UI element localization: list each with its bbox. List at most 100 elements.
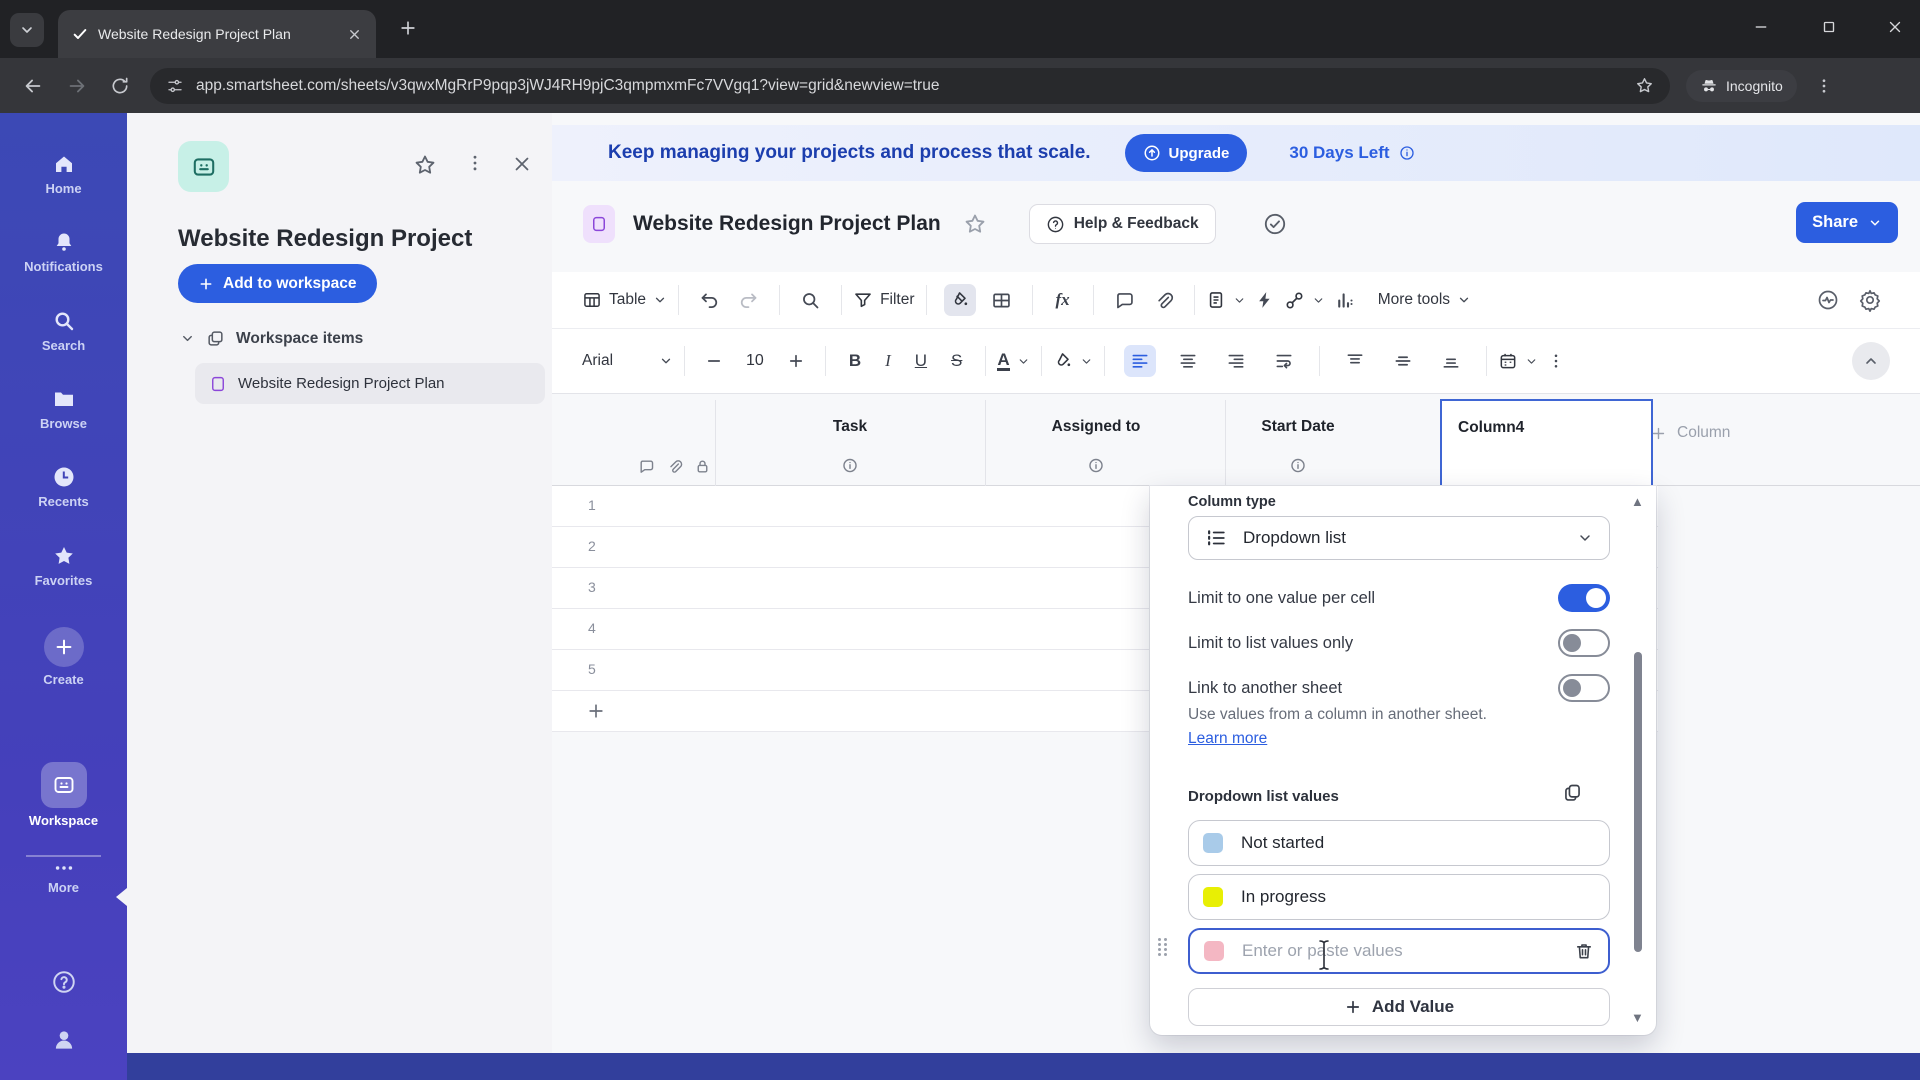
column-type-select[interactable]: Dropdown list [1188, 516, 1610, 560]
sidebar-item-favorites[interactable]: Favorites [0, 544, 127, 588]
text-color-button[interactable]: A [997, 350, 1029, 372]
toggle-link-another-sheet-off[interactable] [1558, 674, 1610, 702]
scroll-up-arrow[interactable]: ▲ [1631, 494, 1644, 509]
vertical-align-top-button[interactable] [1339, 345, 1371, 377]
workspace-items-section[interactable]: Workspace items [180, 329, 363, 348]
tab-search-button[interactable] [10, 13, 44, 47]
align-right-button[interactable] [1220, 345, 1252, 377]
font-family-selector[interactable]: Arial [582, 352, 673, 370]
forward-icon[interactable] [66, 75, 88, 97]
date-format-button[interactable] [1498, 351, 1538, 371]
scroll-down-arrow[interactable]: ▼ [1631, 1010, 1644, 1025]
copy-values-icon[interactable] [1562, 782, 1583, 803]
sidebar-item-create[interactable]: Create [0, 627, 127, 687]
bold-button[interactable]: B [849, 351, 861, 371]
add-value-button[interactable]: Add Value [1188, 988, 1610, 1026]
vertical-align-bottom-button[interactable] [1435, 345, 1467, 377]
column-info-icon[interactable] [842, 457, 859, 474]
sidebar-item-browse[interactable]: Browse [0, 387, 127, 431]
toggle-limit-list-values-off[interactable] [1558, 629, 1610, 657]
back-icon[interactable] [22, 75, 44, 97]
automation-bolt-icon[interactable] [1255, 290, 1275, 310]
fill-format-button-selected[interactable] [943, 284, 976, 316]
column-info-icon[interactable] [1088, 457, 1105, 474]
vertical-align-middle-button[interactable] [1387, 345, 1419, 377]
value-color-swatch[interactable] [1204, 941, 1224, 961]
attachment-icon[interactable] [1153, 290, 1174, 311]
dropdown-value-input-row[interactable] [1188, 928, 1610, 974]
more-format-options-icon[interactable] [1547, 352, 1565, 370]
align-center-button[interactable] [1172, 345, 1204, 377]
font-size-value[interactable]: 10 [746, 352, 764, 370]
value-color-swatch[interactable] [1203, 833, 1223, 853]
sidebar-item-workspace[interactable]: Workspace [0, 762, 127, 828]
window-maximize-button[interactable] [1820, 18, 1838, 36]
wrap-text-button[interactable] [1268, 345, 1300, 377]
value-color-swatch[interactable] [1203, 887, 1223, 907]
chart-icon[interactable] [1334, 290, 1355, 311]
dropdown-value-row[interactable]: Not started [1188, 820, 1610, 866]
more-tools-button[interactable]: More tools [1378, 291, 1471, 309]
drag-handle[interactable] [1158, 938, 1168, 956]
url-text[interactable]: app.smartsheet.com/sheets/v3qwxMgRrP9pqp… [196, 77, 1623, 95]
favorite-sheet-star-icon[interactable] [963, 212, 987, 236]
comment-icon[interactable] [1114, 290, 1135, 311]
column-header-start-date[interactable]: Start Date [1261, 418, 1334, 436]
browser-tab[interactable]: Website Redesign Project Plan [58, 10, 376, 58]
dropdown-value-row[interactable]: In progress [1188, 874, 1610, 920]
redo-icon[interactable] [738, 290, 759, 311]
sidebar-item-more[interactable]: More [0, 861, 127, 895]
window-minimize-button[interactable] [1752, 18, 1770, 36]
align-left-button-selected[interactable] [1123, 345, 1156, 377]
filter-button[interactable]: Filter [853, 290, 915, 310]
account-button[interactable] [0, 1027, 127, 1053]
sidebar-item-recents[interactable]: Recents [0, 465, 127, 509]
activity-log-icon[interactable] [1816, 288, 1840, 312]
sidebar-item-search[interactable]: Search [0, 309, 127, 353]
comment-column-icon[interactable] [638, 458, 655, 475]
browser-menu-icon[interactable] [1815, 77, 1833, 95]
window-close-button[interactable] [1886, 18, 1904, 36]
trash-icon[interactable] [1574, 941, 1594, 961]
panel-close-icon[interactable] [511, 153, 533, 175]
collapse-toolbar-button[interactable] [1852, 342, 1890, 380]
column-header-assigned-to[interactable]: Assigned to [1052, 418, 1141, 436]
italic-button[interactable]: I [885, 351, 891, 371]
fill-color-button[interactable] [1053, 351, 1093, 371]
workspace-item-selected[interactable]: Website Redesign Project Plan [195, 363, 545, 404]
value-input[interactable] [1242, 941, 1556, 961]
settings-gear-icon[interactable] [1858, 288, 1882, 312]
reload-icon[interactable] [110, 76, 130, 96]
add-to-workspace-button[interactable]: Add to workspace [178, 264, 377, 303]
decrease-font-icon[interactable] [705, 352, 723, 370]
bookmark-star-icon[interactable] [1635, 76, 1654, 95]
chevron-down-icon[interactable] [180, 331, 195, 346]
help-feedback-button[interactable]: Help & Feedback [1028, 204, 1216, 244]
underline-button[interactable]: U [915, 351, 927, 371]
formula-button[interactable]: fx [1056, 290, 1070, 310]
cell-format-icon[interactable] [991, 290, 1012, 311]
toggle-limit-one-value-on[interactable] [1558, 584, 1610, 612]
document-tools-button[interactable] [1206, 290, 1246, 310]
column-header-column4-selected[interactable]: Column4 [1440, 399, 1653, 487]
favorite-star-icon[interactable] [413, 153, 437, 177]
undo-icon[interactable] [699, 290, 720, 311]
panel-menu-icon[interactable] [465, 153, 485, 173]
upgrade-button[interactable]: Upgrade [1124, 134, 1248, 172]
strikethrough-button[interactable]: S [951, 351, 962, 371]
add-column-button[interactable]: Column [1650, 424, 1730, 442]
info-icon[interactable] [1399, 145, 1415, 161]
column-info-icon[interactable] [1290, 457, 1307, 474]
view-selector[interactable]: Table [582, 290, 667, 310]
tab-close-icon[interactable] [347, 27, 362, 42]
new-tab-button[interactable] [398, 18, 418, 38]
sidebar-item-home[interactable]: Home [0, 152, 127, 196]
panel-scrollbar-thumb[interactable] [1634, 652, 1642, 952]
address-bar[interactable]: app.smartsheet.com/sheets/v3qwxMgRrP9pqp… [150, 67, 1670, 104]
sidebar-item-notifications[interactable]: Notifications [0, 230, 127, 274]
cell-link-button[interactable] [1284, 290, 1325, 311]
increase-font-icon[interactable] [787, 352, 805, 370]
attachment-column-icon[interactable] [666, 458, 683, 475]
search-icon[interactable] [800, 290, 821, 311]
help-button[interactable] [0, 969, 127, 995]
